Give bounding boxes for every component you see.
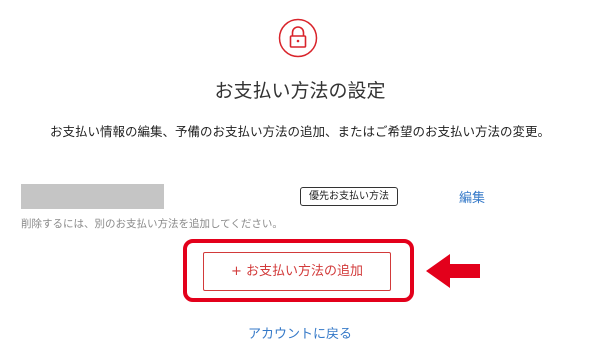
masked-payment-info (21, 184, 164, 209)
page-description: お支払い情報の編集、予備のお支払い方法の追加、またはご希望のお支払い方法の変更。 (49, 124, 550, 139)
lock-icon (278, 18, 318, 58)
page-title: お支払い方法の設定 (214, 80, 386, 102)
preferred-badge: 優先お支払い方法 (300, 187, 398, 206)
delete-hint: 削除するには、別のお支払い方法を追加してください。 (21, 218, 283, 230)
back-to-account-link[interactable]: アカウントに戻る (0, 323, 600, 342)
left-arrow-icon (424, 252, 484, 290)
add-payment-method-button[interactable]: + お支払い方法の追加 (203, 252, 391, 291)
edit-link[interactable]: 編集 (459, 187, 485, 206)
